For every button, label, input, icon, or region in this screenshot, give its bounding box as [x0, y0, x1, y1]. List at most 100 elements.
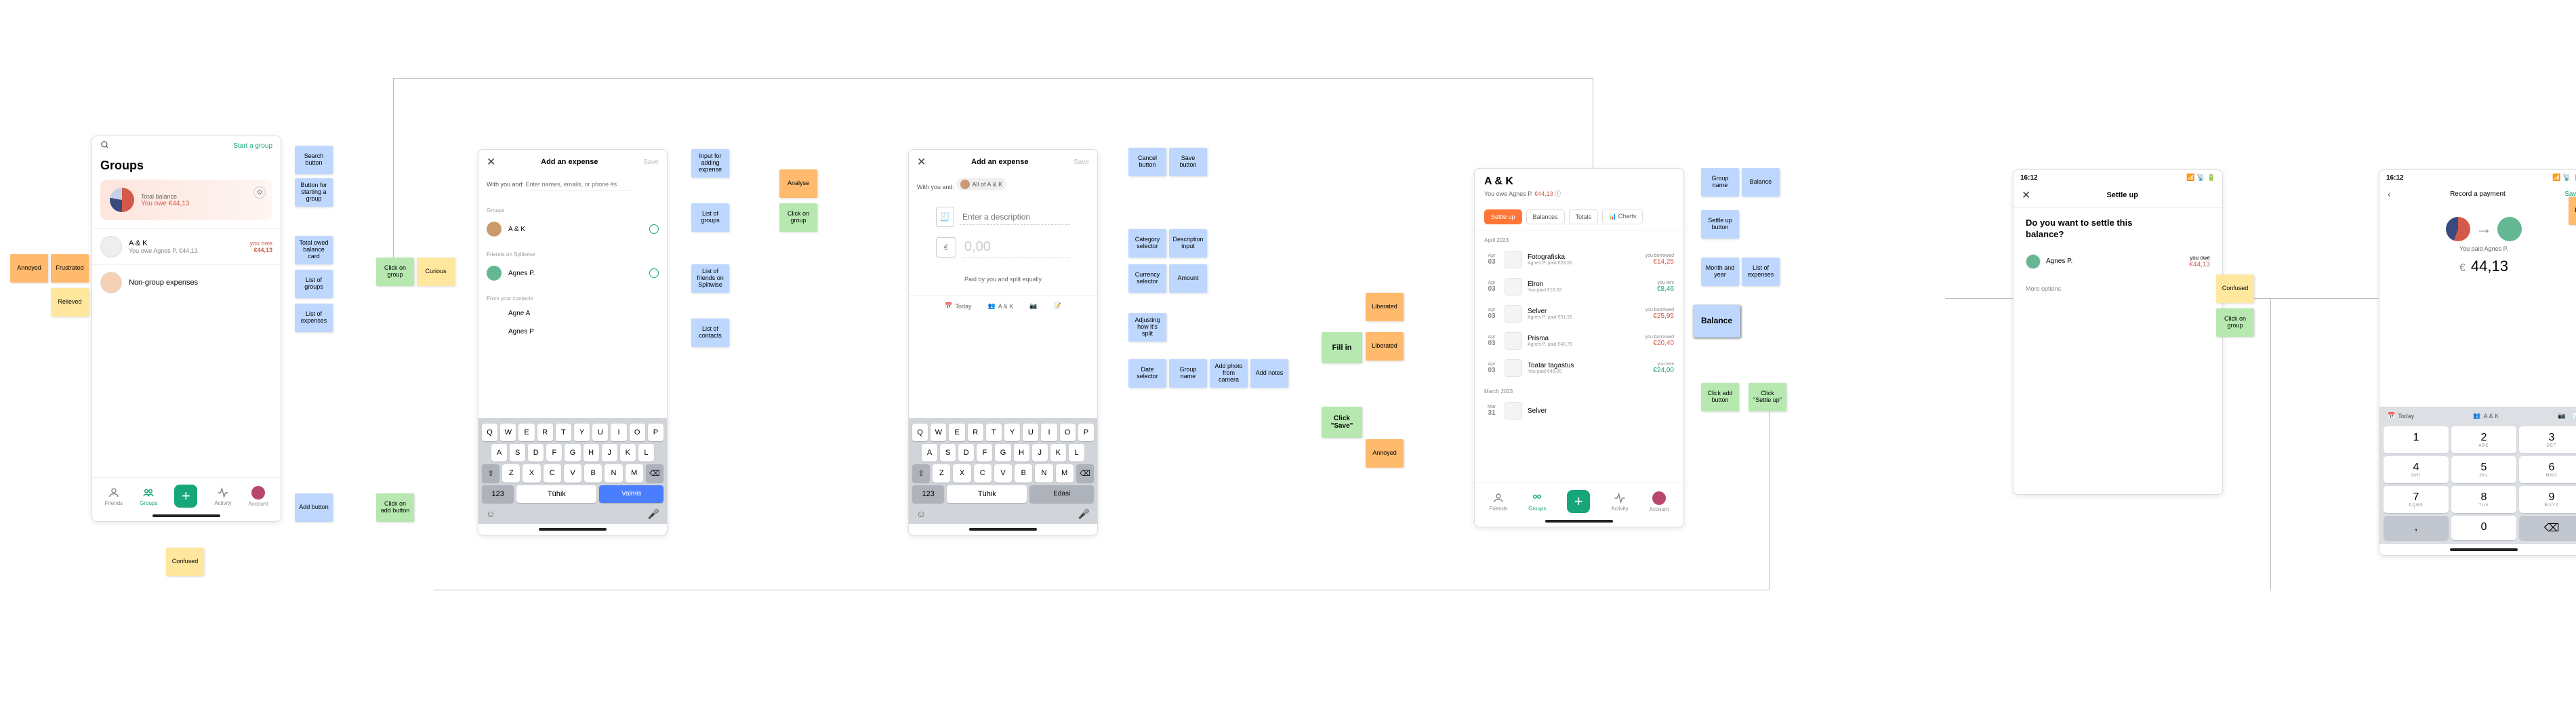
key-A[interactable]: A [922, 444, 937, 462]
key-123[interactable]: 123 [482, 485, 514, 503]
tab-groups[interactable]: Groups [1528, 492, 1546, 512]
key-C[interactable]: C [544, 464, 561, 483]
key-W[interactable]: W [500, 424, 516, 441]
paid-by-text[interactable]: Paid by you and split equally [909, 268, 1097, 295]
start-group-link[interactable]: Start a group [233, 142, 272, 150]
key-space[interactable]: Tühik [947, 485, 1027, 503]
notes-button[interactable]: 📝 [1053, 302, 1061, 310]
key-⇧[interactable]: ⇧ [482, 464, 499, 483]
key-J[interactable]: J [602, 444, 617, 462]
contact-option[interactable]: Agne A [478, 304, 667, 323]
key-Y[interactable]: Y [1004, 424, 1020, 441]
with-input[interactable] [526, 178, 634, 191]
friend-option[interactable]: Agnes P. [478, 260, 667, 286]
note-icon[interactable]: 📝 [2573, 412, 2576, 420]
numkey-4[interactable]: 4GHI [2384, 456, 2449, 483]
group-option[interactable]: A & K [478, 216, 667, 242]
tab-groups[interactable]: Groups [140, 487, 157, 506]
key-T[interactable]: T [986, 424, 1002, 441]
close-icon[interactable]: ✕ [917, 155, 926, 169]
expense-row[interactable]: Mar31 Selver [1475, 397, 1683, 424]
key-Z[interactable]: Z [502, 464, 520, 483]
key-B[interactable]: B [584, 464, 602, 483]
key-U[interactable]: U [592, 424, 608, 441]
key-R[interactable]: R [537, 424, 553, 441]
key-M[interactable]: M [626, 464, 643, 483]
contact-option[interactable]: Agnes P [478, 323, 667, 341]
key-done[interactable]: Valmis [599, 485, 663, 503]
key-G[interactable]: G [995, 444, 1010, 462]
key-V[interactable]: V [994, 464, 1012, 483]
save-button[interactable]: Save [643, 159, 659, 166]
emoji-icon[interactable]: ☺ [486, 508, 495, 520]
total-balance-card[interactable]: Total balance You owe €44,13 ⚙ [100, 180, 272, 220]
expense-row[interactable]: Apr03 PrismaAgnes P. paid €40,79 you bor… [1475, 327, 1683, 354]
key-⌫[interactable]: ⌫ [1076, 464, 1094, 483]
key-I[interactable]: I [1041, 424, 1057, 441]
key-done[interactable]: Edasi [1029, 485, 1094, 503]
numkey-6[interactable]: 6MNO [2519, 456, 2576, 483]
key-P[interactable]: P [1078, 424, 1094, 441]
numkey-8[interactable]: 8TUV [2451, 486, 2516, 513]
group-selector[interactable]: 👥A & K [2473, 412, 2499, 420]
key-⇧[interactable]: ⇧ [912, 464, 930, 483]
key-W[interactable]: W [931, 424, 946, 441]
numkey-1[interactable]: 1 [2384, 426, 2449, 453]
nongroup-row[interactable]: Non-group expenses [92, 264, 281, 300]
tab-totals[interactable]: Totals [1569, 209, 1599, 224]
tab-account[interactable]: Account [1650, 491, 1669, 512]
key-X[interactable]: X [523, 464, 540, 483]
key-V[interactable]: V [564, 464, 581, 483]
key-E[interactable]: E [949, 424, 964, 441]
key-123[interactable]: 123 [912, 485, 944, 503]
back-icon[interactable]: ‹ [2388, 188, 2391, 199]
key-H[interactable]: H [1014, 444, 1029, 462]
expense-row[interactable]: Apr03 SelverAgnes P. paid €51,91 you bor… [1475, 300, 1683, 327]
key-C[interactable]: C [974, 464, 991, 483]
group-selector[interactable]: 👥A & K [988, 302, 1014, 310]
amount-input[interactable]: 0,00 [962, 237, 1070, 258]
tab-friends[interactable]: Friends [104, 487, 123, 506]
numkey-⌫[interactable]: ⌫ [2519, 516, 2576, 540]
key-D[interactable]: D [528, 444, 544, 462]
category-icon[interactable]: 🧾 [936, 207, 954, 227]
tab-friends[interactable]: Friends [1489, 492, 1507, 512]
key-M[interactable]: M [1056, 464, 1074, 483]
key-T[interactable]: T [556, 424, 571, 441]
key-L[interactable]: L [1069, 444, 1084, 462]
key-G[interactable]: G [565, 444, 580, 462]
key-F[interactable]: F [977, 444, 992, 462]
key-X[interactable]: X [953, 464, 970, 483]
key-H[interactable]: H [584, 444, 599, 462]
key-O[interactable]: O [1060, 424, 1076, 441]
amount-field[interactable]: 44,13 [2471, 258, 2508, 275]
expense-row[interactable]: Apr03 ElronYou paid €16,92 you lent€8,46 [1475, 273, 1683, 300]
search-icon[interactable] [100, 140, 110, 152]
key-Y[interactable]: Y [574, 424, 590, 441]
numkey-9[interactable]: 9WXYZ [2519, 486, 2576, 513]
group-row[interactable]: A & K You owe Agnes P. €44,13 you owe €4… [92, 228, 281, 264]
key-K[interactable]: K [1050, 444, 1066, 462]
save-button[interactable]: Save [1074, 159, 1089, 166]
numkey-7[interactable]: 7PQRS [2384, 486, 2449, 513]
key-Q[interactable]: Q [482, 424, 497, 441]
key-I[interactable]: I [611, 424, 626, 441]
key-U[interactable]: U [1023, 424, 1038, 441]
tab-activity[interactable]: Activity [214, 487, 231, 506]
tab-activity[interactable]: Activity [1611, 492, 1628, 512]
camera-button[interactable]: 📷 [1029, 302, 1037, 310]
tab-account[interactable]: Account [249, 486, 268, 507]
key-J[interactable]: J [1032, 444, 1048, 462]
key-D[interactable]: D [958, 444, 974, 462]
date-selector[interactable]: 📅Today [945, 302, 971, 310]
mic-icon[interactable]: 🎤 [1078, 508, 1090, 520]
tab-charts[interactable]: 📊 Charts [1602, 209, 1643, 224]
key-Z[interactable]: Z [933, 464, 950, 483]
key-A[interactable]: A [491, 444, 507, 462]
key-B[interactable]: B [1015, 464, 1032, 483]
mic-icon[interactable]: 🎤 [648, 508, 659, 520]
key-O[interactable]: O [630, 424, 645, 441]
numkey-0[interactable]: 0 [2451, 516, 2516, 540]
expense-row[interactable]: Apr03 Toatar tagastusYou paid €48,00 you… [1475, 354, 1683, 382]
filter-icon[interactable]: ⚙ [253, 186, 266, 199]
